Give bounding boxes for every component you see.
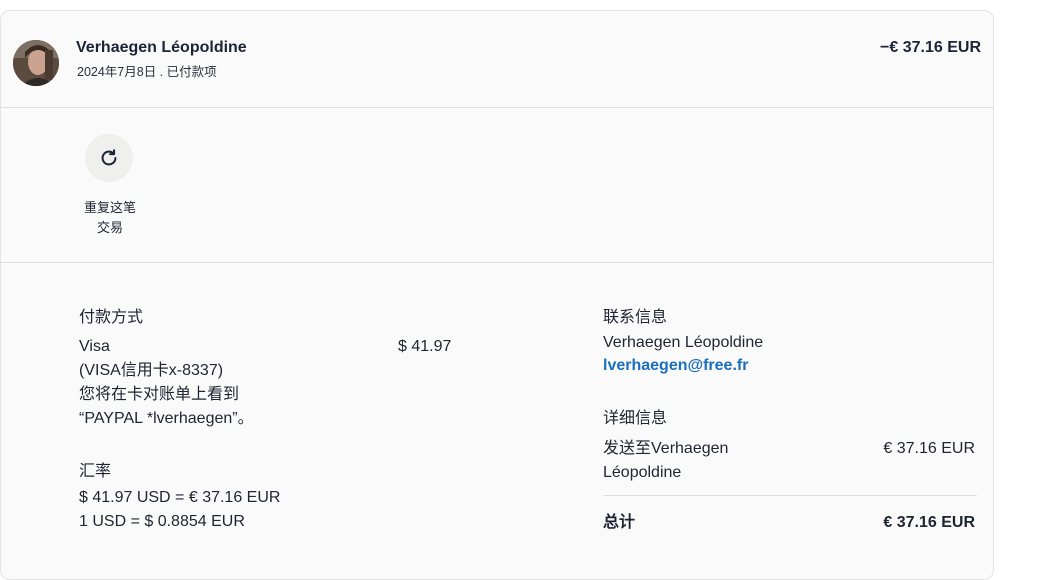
sent-to-line2: Léopoldine xyxy=(603,464,682,481)
statement-note-line2: “PAYPAL *lverhaegen”。 xyxy=(79,410,254,427)
total-amount: € 37.16 EUR xyxy=(883,514,975,531)
exchange-rate-line2: 1 USD = $ 0.8854 EUR xyxy=(79,513,245,530)
actions-section: 重复这笔 交易 xyxy=(1,108,993,263)
payee-name: Verhaegen Léopoldine xyxy=(76,39,247,56)
transaction-header: Verhaegen Léopoldine 2024年7月8日 . 已付款项 −€… xyxy=(1,11,993,108)
payment-method-title: 付款方式 xyxy=(79,309,144,326)
repeat-transaction-button[interactable] xyxy=(85,134,133,182)
contact-info-title: 联系信息 xyxy=(603,309,668,326)
statement-note-line1: 您将在卡对账单上看到 xyxy=(79,386,240,403)
repeat-label-line2: 交易 xyxy=(96,220,123,235)
repeat-transaction-label[interactable]: 重复这笔 交易 xyxy=(71,198,149,238)
repeat-label-line1: 重复这笔 xyxy=(83,200,136,215)
payment-method: Visa xyxy=(79,338,110,355)
transaction-amount: −€ 37.16 EUR xyxy=(880,39,981,56)
sent-to-line1: 发送至Verhaegen xyxy=(603,440,729,457)
refresh-icon xyxy=(101,149,117,166)
total-divider xyxy=(603,495,977,496)
payment-amount: $ 41.97 xyxy=(398,338,452,355)
avatar-photo-icon xyxy=(13,40,59,86)
transaction-card: Verhaegen Léopoldine 2024年7月8日 . 已付款项 −€… xyxy=(0,10,994,580)
total-label: 总计 xyxy=(603,514,636,531)
details-title: 详细信息 xyxy=(603,410,668,427)
exchange-rate-line1: $ 41.97 USD = € 37.16 EUR xyxy=(79,489,281,506)
avatar xyxy=(13,40,59,86)
contact-email-link[interactable]: lverhaegen@free.fr xyxy=(603,357,748,375)
sent-amount: € 37.16 EUR xyxy=(883,440,975,457)
contact-name: Verhaegen Léopoldine xyxy=(603,334,764,351)
card-info: (VISA信用卡x-8337) xyxy=(79,362,224,379)
exchange-rate-title: 汇率 xyxy=(79,463,112,480)
transaction-date-status: 2024年7月8日 . 已付款项 xyxy=(77,65,217,79)
